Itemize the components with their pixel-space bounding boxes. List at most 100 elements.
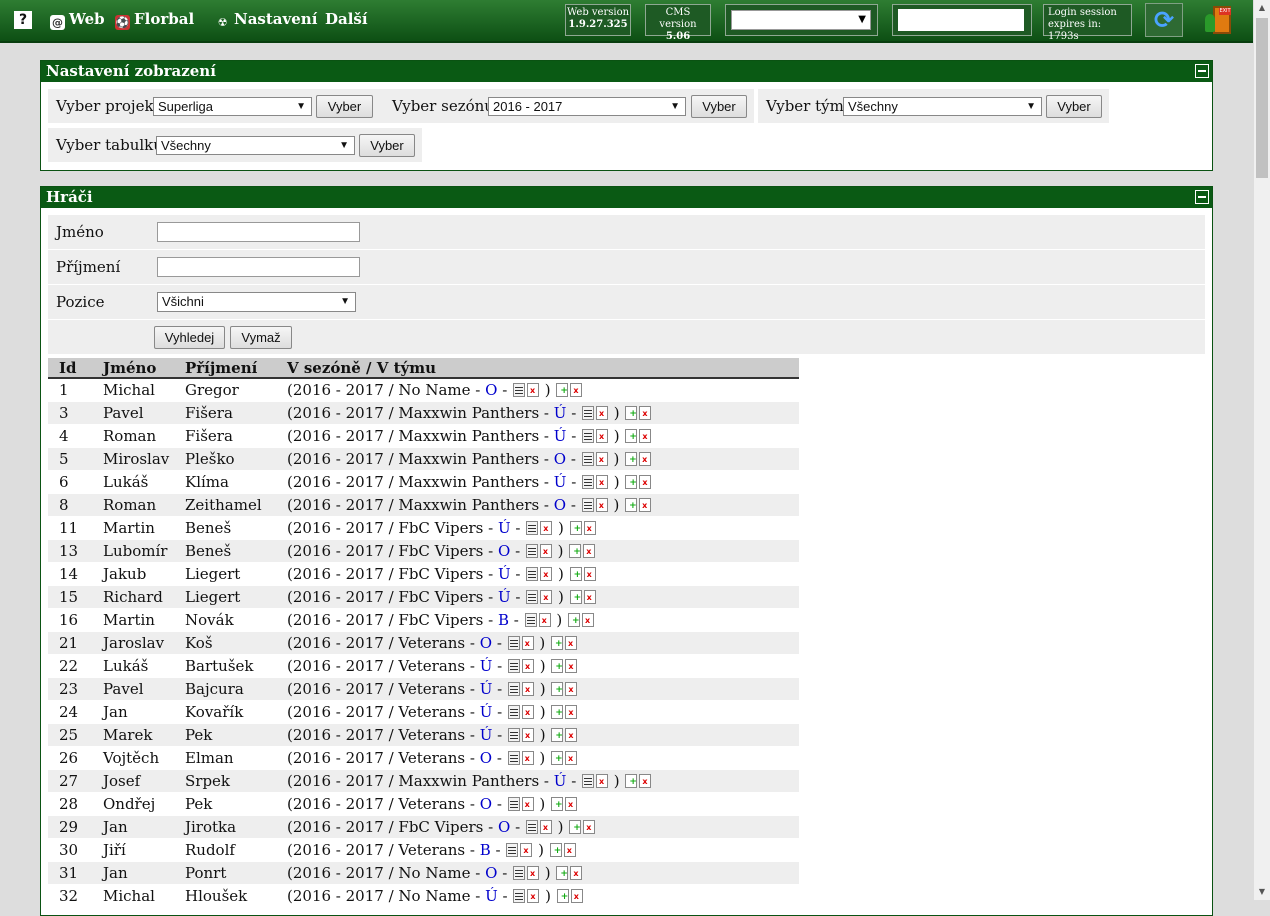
edit-icon[interactable]	[525, 544, 538, 558]
edit-icon[interactable]	[506, 843, 519, 857]
edit-icon[interactable]	[513, 889, 526, 903]
edit-icon[interactable]	[507, 636, 520, 650]
role-link[interactable]: O	[554, 496, 566, 514]
add-icon[interactable]	[625, 406, 638, 420]
edit-icon[interactable]	[507, 797, 520, 811]
role-link[interactable]: Ú	[480, 703, 493, 721]
edit-icon[interactable]	[508, 659, 520, 673]
nav-link-nastaveni[interactable]: ☢ Nastavení	[215, 10, 318, 30]
team-select[interactable]: Všechny ▼	[843, 97, 1042, 116]
role-link[interactable]: B	[480, 841, 491, 859]
delete-icon[interactable]	[583, 544, 596, 558]
edit-icon[interactable]	[513, 866, 526, 880]
last-name-input[interactable]	[157, 257, 360, 277]
add-icon[interactable]	[556, 889, 569, 903]
edit-icon[interactable]	[508, 728, 520, 742]
team-select-button[interactable]: Vyber	[1046, 95, 1102, 118]
delete-icon[interactable]	[565, 705, 578, 719]
delete-icon[interactable]	[521, 797, 534, 811]
delete-icon[interactable]	[639, 475, 652, 489]
add-icon[interactable]	[569, 567, 582, 581]
delete-icon[interactable]	[596, 475, 609, 489]
scrollbar-thumb[interactable]	[1256, 18, 1268, 178]
add-icon[interactable]	[551, 682, 564, 696]
nav-link-florbal[interactable]: ⚽ Florbal	[115, 10, 194, 30]
delete-icon[interactable]	[527, 383, 540, 397]
add-icon[interactable]	[551, 705, 564, 719]
edit-icon[interactable]	[526, 590, 539, 604]
delete-icon[interactable]	[583, 590, 596, 604]
season-select-button[interactable]: Vyber	[691, 95, 747, 118]
delete-icon[interactable]	[570, 889, 583, 903]
delete-icon[interactable]	[596, 429, 609, 443]
delete-icon[interactable]	[522, 682, 534, 696]
delete-icon[interactable]	[538, 613, 551, 627]
edit-icon[interactable]	[582, 774, 595, 788]
edit-icon[interactable]	[526, 521, 539, 535]
column-header-season-team[interactable]: V sezóně / V týmu	[287, 358, 799, 379]
delete-icon[interactable]	[565, 659, 578, 673]
role-link[interactable]: O	[480, 634, 492, 652]
delete-icon[interactable]	[540, 567, 553, 581]
role-link[interactable]: Ú	[480, 657, 493, 675]
delete-icon[interactable]	[583, 567, 596, 581]
delete-icon[interactable]	[570, 383, 583, 397]
collapse-icon[interactable]	[1195, 190, 1209, 204]
role-link[interactable]: Ú	[498, 588, 511, 606]
project-select-button[interactable]: Vyber	[316, 95, 373, 118]
add-icon[interactable]	[569, 590, 582, 604]
delete-icon[interactable]	[565, 728, 578, 742]
role-link[interactable]: O	[480, 749, 492, 767]
delete-icon[interactable]	[522, 705, 534, 719]
add-icon[interactable]	[625, 429, 638, 443]
role-link[interactable]: B	[498, 611, 509, 629]
role-link[interactable]: Ú	[480, 726, 493, 744]
add-icon[interactable]	[551, 659, 564, 673]
role-link[interactable]: O	[480, 795, 492, 813]
add-icon[interactable]	[551, 636, 564, 650]
search-button[interactable]: Vyhledej	[154, 326, 225, 349]
edit-icon[interactable]	[525, 820, 538, 834]
topbar-select[interactable]: ▼	[731, 10, 871, 30]
scroll-up-arrow-icon[interactable]: ▲	[1254, 0, 1270, 16]
collapse-icon[interactable]	[1195, 64, 1209, 78]
delete-icon[interactable]	[639, 498, 652, 512]
delete-icon[interactable]	[583, 820, 596, 834]
delete-icon[interactable]	[539, 544, 552, 558]
edit-icon[interactable]	[508, 705, 520, 719]
delete-icon[interactable]	[570, 866, 583, 880]
add-icon[interactable]	[569, 544, 582, 558]
add-icon[interactable]	[556, 866, 569, 880]
delete-icon[interactable]	[595, 452, 608, 466]
delete-icon[interactable]	[565, 636, 578, 650]
add-icon[interactable]	[569, 820, 582, 834]
delete-icon[interactable]	[527, 889, 540, 903]
role-link[interactable]: O	[554, 450, 566, 468]
edit-icon[interactable]	[582, 406, 595, 420]
delete-icon[interactable]	[639, 406, 652, 420]
role-link[interactable]: Ú	[498, 519, 511, 537]
edit-icon[interactable]	[581, 498, 594, 512]
nav-link-dalsi[interactable]: Další	[325, 10, 368, 28]
delete-icon[interactable]	[563, 843, 576, 857]
add-icon[interactable]	[556, 383, 569, 397]
delete-icon[interactable]	[639, 774, 652, 788]
add-icon[interactable]	[625, 452, 638, 466]
role-link[interactable]: Ú	[485, 887, 498, 905]
role-link[interactable]: O	[485, 864, 497, 882]
role-link[interactable]: Ú	[554, 473, 567, 491]
topbar-user-field[interactable]	[898, 9, 1024, 31]
role-link[interactable]: Ú	[554, 772, 567, 790]
delete-icon[interactable]	[639, 429, 652, 443]
add-icon[interactable]	[568, 613, 581, 627]
position-select[interactable]: Všichni ▼	[157, 292, 356, 312]
delete-icon[interactable]	[527, 866, 540, 880]
logout-button[interactable]: EXIT	[1205, 4, 1235, 36]
delete-icon[interactable]	[595, 498, 608, 512]
delete-icon[interactable]	[540, 590, 553, 604]
delete-icon[interactable]	[539, 820, 552, 834]
column-header-id[interactable]: Id	[48, 358, 103, 379]
delete-icon[interactable]	[596, 406, 609, 420]
scroll-down-arrow-icon[interactable]: ▼	[1254, 884, 1270, 900]
delete-icon[interactable]	[520, 843, 533, 857]
